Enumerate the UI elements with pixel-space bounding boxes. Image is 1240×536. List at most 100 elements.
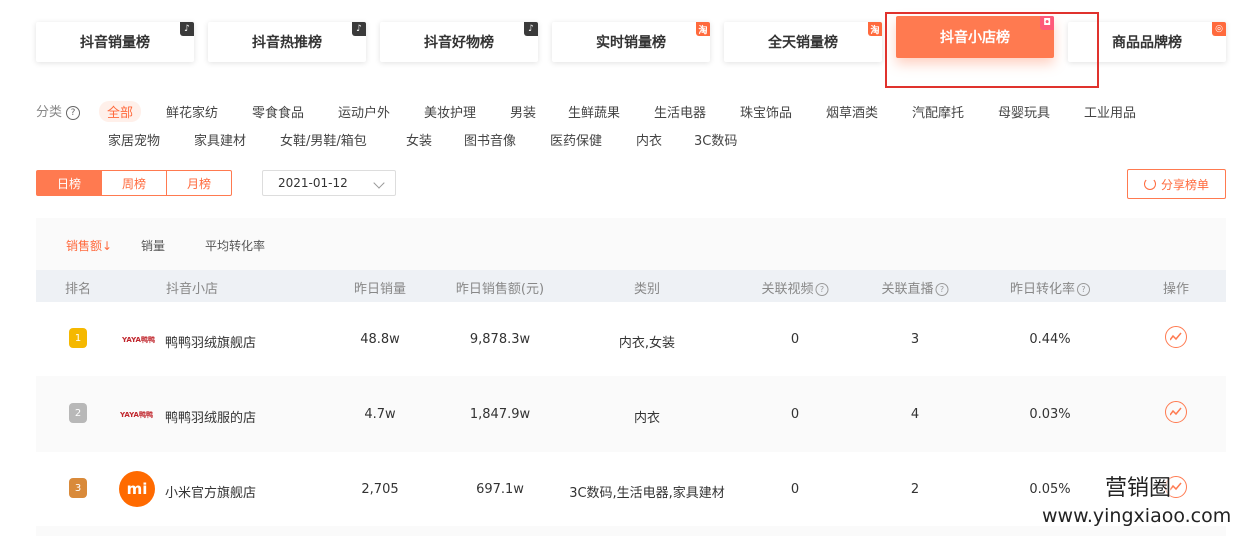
th-amount: 昨日销售额(元) (455, 282, 545, 297)
video-count: 0 (790, 482, 800, 497)
shop-logo: YAYA鸭鸭 (122, 336, 155, 344)
highlight-box (885, 12, 1099, 88)
tab-douyin-hot[interactable]: 抖音热推榜 ♪ (208, 22, 366, 62)
category: 3C数码,生活电器,家具建材 (569, 486, 725, 501)
tab-realtime-sales[interactable]: 实时销量榜 淘 (552, 22, 710, 62)
category-item[interactable]: 烟草酒类 (826, 102, 878, 121)
category-item[interactable]: 女鞋/男鞋/箱包 (280, 130, 367, 149)
sales-amount: 9,878.3w (469, 332, 531, 347)
conversion-rate: 0.05% (1029, 482, 1071, 497)
category-item[interactable]: 男装 (510, 102, 536, 121)
help-icon[interactable]: ? (815, 283, 829, 296)
category: 内衣 (633, 411, 661, 426)
category-item[interactable]: 图书音像 (464, 130, 516, 149)
category-item[interactable]: 女装 (406, 130, 432, 149)
sales-count: 48.8w (360, 332, 400, 347)
date-value: 2021-01-12 (278, 176, 348, 190)
category-item[interactable]: 医药保健 (550, 130, 602, 149)
help-icon[interactable]: ? (1077, 283, 1091, 296)
category: 内衣,女装 (618, 336, 676, 351)
live-count: 2 (910, 482, 920, 497)
share-button[interactable]: 分享榜单 (1127, 169, 1226, 199)
douyin-icon: ♪ (524, 22, 538, 36)
category-item[interactable]: 家居宠物 (108, 130, 160, 149)
tab-label: 实时销量榜 (596, 35, 666, 51)
category-item[interactable]: 3C数码 (694, 130, 737, 149)
tab-label: 抖音热推榜 (252, 35, 322, 51)
share-label: 分享榜单 (1160, 177, 1209, 192)
chevron-down-icon (373, 177, 385, 189)
conversion-rate: 0.44% (1029, 332, 1071, 347)
tab-label: 全天销量榜 (768, 35, 838, 51)
refresh-icon (1143, 178, 1156, 190)
bronze-medal-icon: 3 (69, 478, 87, 498)
category-item[interactable]: 工业用品 (1084, 102, 1136, 121)
category-item[interactable]: 鲜花家纺 (166, 102, 218, 121)
shop-name[interactable]: 鸭鸭羽绒旗舰店 (165, 332, 256, 351)
category-item-all[interactable]: 全部 (99, 101, 142, 122)
help-icon[interactable]: ? (66, 106, 81, 120)
tab-douyin-sales[interactable]: 抖音销量榜 ♪ (36, 22, 194, 62)
th-videos-wrap: 关联视频? (761, 278, 829, 297)
brand-icon: ◎ (1212, 22, 1226, 36)
tab-label: 商品品牌榜 (1112, 35, 1182, 51)
conversion-rate: 0.03% (1029, 407, 1071, 422)
video-count: 0 (790, 332, 800, 347)
th-rate: 昨日转化率 (1009, 282, 1076, 297)
category-item[interactable]: 珠宝饰品 (740, 102, 792, 121)
category-item[interactable]: 家具建材 (194, 130, 246, 149)
tab-daily[interactable]: 日榜 (37, 171, 102, 195)
live-count: 4 (910, 407, 920, 422)
sales-amount: 1,847.9w (469, 407, 531, 422)
taobao-icon: 淘 (868, 22, 882, 36)
gold-medal-icon: 1 (69, 328, 87, 348)
th-rate-wrap: 昨日转化率? (1009, 278, 1091, 297)
sales-count: 4.7w (364, 407, 396, 422)
th-action: 操作 (1162, 282, 1190, 297)
category-item[interactable]: 零食食品 (252, 102, 304, 121)
category-item[interactable]: 内衣 (636, 130, 662, 149)
shop-name[interactable]: 小米官方旗舰店 (165, 482, 256, 501)
video-count: 0 (790, 407, 800, 422)
shop-name[interactable]: 鸭鸭羽绒服的店 (165, 407, 256, 426)
trend-icon[interactable] (1165, 326, 1187, 348)
th-category: 类别 (633, 282, 661, 297)
tab-weekly[interactable]: 周榜 (102, 171, 167, 195)
category-item[interactable]: 美妆护理 (424, 102, 476, 121)
tab-monthly[interactable]: 月榜 (167, 171, 231, 195)
category-item[interactable]: 母婴玩具 (998, 102, 1050, 121)
watermark-title: 营销圈 (1105, 476, 1172, 501)
tab-douyin-goods[interactable]: 抖音好物榜 ♪ (380, 22, 538, 62)
th-lives: 关联直播 (881, 282, 934, 297)
douyin-icon: ♪ (352, 22, 366, 36)
shop-logo: YAYA鸭鸭 (120, 411, 153, 419)
tab-label: 抖音销量榜 (80, 35, 150, 51)
silver-medal-icon: 2 (69, 403, 87, 423)
sales-amount: 697.1w (476, 482, 524, 497)
category-item[interactable]: 生鲜蔬果 (568, 102, 620, 121)
sales-count: 2,705 (361, 482, 399, 497)
category-label-wrap: 分类? (36, 101, 81, 120)
date-picker[interactable]: 2021-01-12 (262, 170, 396, 196)
sort-sales-count[interactable]: 销量 (141, 237, 165, 254)
sort-conversion[interactable]: 平均转化率 (205, 237, 265, 254)
category-item[interactable]: 生活电器 (654, 102, 706, 121)
th-videos: 关联视频 (761, 282, 814, 297)
watermark-url: www.yingxiaoo.com (1042, 505, 1232, 527)
mi-logo: mi (119, 471, 155, 507)
category-item[interactable]: 汽配摩托 (912, 102, 964, 121)
taobao-icon: 淘 (696, 22, 710, 36)
help-icon[interactable]: ? (935, 283, 949, 296)
period-tabs: 日榜 周榜 月榜 (36, 170, 232, 196)
douyin-icon: ♪ (180, 22, 194, 36)
th-sales: 昨日销量 (353, 282, 407, 297)
trend-icon[interactable] (1165, 401, 1187, 423)
sort-sales-amount[interactable]: 销售额↓ (66, 237, 112, 254)
th-shop: 抖音小店 (165, 282, 219, 297)
tab-allday-sales[interactable]: 全天销量榜 淘 (724, 22, 882, 62)
live-count: 3 (910, 332, 920, 347)
tab-label: 抖音好物榜 (424, 35, 494, 51)
th-lives-wrap: 关联直播? (881, 278, 949, 297)
th-rank: 排名 (64, 282, 92, 297)
category-item[interactable]: 运动户外 (338, 102, 390, 121)
